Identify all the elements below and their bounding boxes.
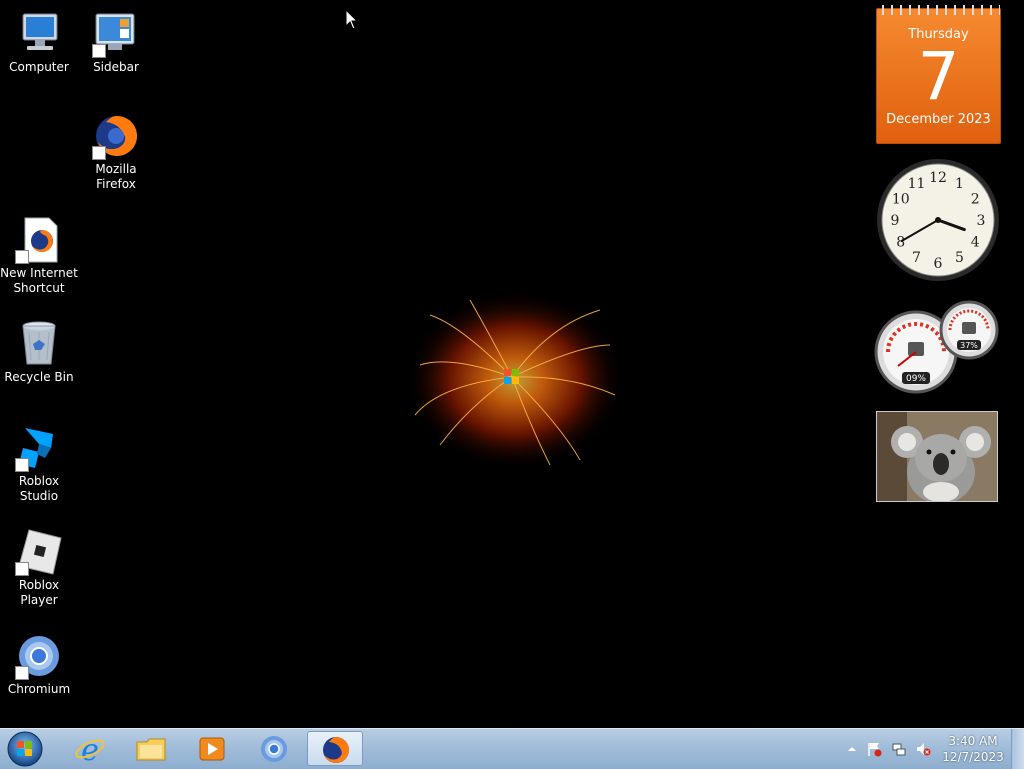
taskbar-time: 3:40 AM xyxy=(948,734,998,748)
memory-chip-icon xyxy=(962,322,976,334)
desktop-icon-label: Computer xyxy=(9,60,69,74)
clock-numeral: 3 xyxy=(977,213,986,229)
clock-numeral: 1 xyxy=(955,176,964,192)
desktop-icon-recycle-bin[interactable]: Recycle Bin xyxy=(0,320,78,385)
desktop-icon-label: Sidebar xyxy=(93,60,139,74)
shortcut-arrow-icon xyxy=(92,44,106,58)
media-player-icon xyxy=(199,737,225,761)
clock-numeral: 7 xyxy=(912,250,921,266)
desktop-icon-roblox-player[interactable]: Roblox Player xyxy=(0,528,78,608)
computer-icon xyxy=(15,10,63,58)
taskbar-clock[interactable]: 3:40 AM 12/7/2023 xyxy=(940,733,1006,765)
taskbar-media-player[interactable] xyxy=(184,731,240,766)
calendar-day: 7 xyxy=(917,38,960,115)
desktop-icon-computer[interactable]: Computer xyxy=(0,10,78,75)
shortcut-arrow-icon xyxy=(15,562,29,576)
desktop-icon-chromium[interactable]: Chromium xyxy=(0,632,78,697)
windows-logo-burst-wallpaper xyxy=(405,290,625,470)
clock-numeral: 2 xyxy=(971,192,980,208)
network-icon[interactable] xyxy=(891,741,907,757)
recycle-bin-icon xyxy=(15,320,63,368)
clock-numeral: 5 xyxy=(955,250,964,266)
shortcut-arrow-icon xyxy=(15,458,29,472)
desktop-icon-firefox[interactable]: Mozilla Firefox xyxy=(77,112,155,192)
desktop-icon-roblox-studio[interactable]: Roblox Studio xyxy=(0,424,78,504)
desktop-icon-label: Roblox Player xyxy=(18,578,60,607)
roblox-studio-icon xyxy=(15,424,63,472)
action-center-flag-icon[interactable] xyxy=(866,741,882,757)
chromium-icon xyxy=(15,632,63,680)
cpu-meter-gadget[interactable]: 09% 37% xyxy=(874,300,1000,396)
shortcut-arrow-icon xyxy=(92,146,106,160)
show-desktop-button[interactable] xyxy=(1011,729,1024,769)
memory-percent: 37% xyxy=(960,341,978,350)
taskbar-firefox-active[interactable] xyxy=(307,731,363,766)
desktop-icon-label: Chromium xyxy=(7,682,71,696)
desktop-wallpaper xyxy=(0,0,1024,728)
taskbar-internet-explorer[interactable]: e xyxy=(62,731,118,766)
desktop-icon-sidebar[interactable]: Sidebar xyxy=(77,10,155,75)
volume-muted-icon[interactable] xyxy=(915,741,931,757)
koala-photo xyxy=(877,412,997,501)
roblox-player-icon xyxy=(15,528,63,576)
mouse-cursor-icon xyxy=(345,9,359,30)
chromium-icon xyxy=(261,736,287,762)
clock-numeral: 11 xyxy=(908,176,926,192)
desktop-icon-label: New Internet Shortcut xyxy=(0,266,78,295)
firefox-icon xyxy=(323,737,349,763)
clock-numeral: 10 xyxy=(892,192,910,208)
desktop-icon-new-internet-shortcut[interactable]: New Internet Shortcut xyxy=(0,216,78,296)
desktop-icon-label: Mozilla Firefox xyxy=(95,162,137,191)
clock-numeral: 8 xyxy=(896,235,905,251)
cpu-chip-icon xyxy=(908,342,924,356)
taskbar-chromium[interactable] xyxy=(246,731,302,766)
calendar-month-year: December 2023 xyxy=(886,112,991,127)
clock-numeral: 4 xyxy=(971,235,980,251)
taskbar-date: 12/7/2023 xyxy=(942,750,1004,764)
desktop-icon-label: Recycle Bin xyxy=(4,370,74,384)
windows-start-orb[interactable] xyxy=(5,730,45,768)
show-hidden-icons-arrow[interactable] xyxy=(844,741,860,757)
sidebar-icon xyxy=(92,10,140,58)
calendar-rings xyxy=(877,5,1000,15)
internet-explorer-icon: e xyxy=(75,734,105,764)
clock-numeral: 6 xyxy=(934,256,943,272)
internet-shortcut-icon xyxy=(15,216,63,264)
clock-numeral: 12 xyxy=(929,170,947,186)
firefox-icon xyxy=(92,112,140,160)
desktop-icon-label: Roblox Studio xyxy=(18,474,60,503)
taskbar: e 3:40 AM 12/7/2023 xyxy=(0,728,1024,769)
svg-text:e: e xyxy=(81,734,99,764)
cpu-percent: 09% xyxy=(906,374,926,384)
clock-numeral: 9 xyxy=(891,213,900,229)
file-explorer-icon xyxy=(136,738,166,761)
taskbar-file-explorer[interactable] xyxy=(123,731,179,766)
calendar-gadget[interactable]: Thursday 7 December 2023 xyxy=(876,5,1001,144)
shortcut-arrow-icon xyxy=(15,666,29,680)
clock-gadget[interactable]: 12 12 3 45678 9 1011 xyxy=(876,158,1000,282)
slideshow-gadget[interactable] xyxy=(876,411,998,502)
shortcut-arrow-icon xyxy=(15,250,29,264)
